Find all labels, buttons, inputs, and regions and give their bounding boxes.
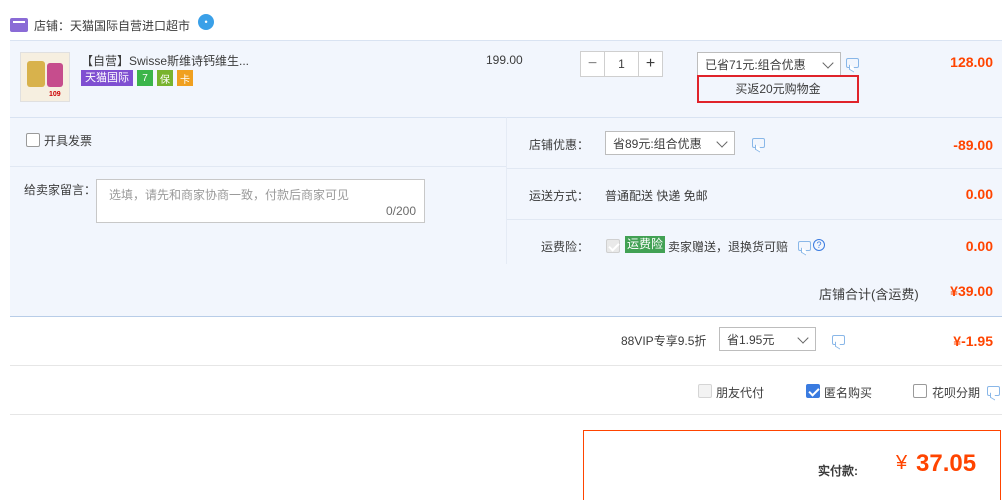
store-discount-amount: -89.00 <box>953 137 993 153</box>
shipping-amount: 0.00 <box>965 186 993 202</box>
quantity-decrease-button[interactable]: − <box>580 51 605 77</box>
store-discount-value: 省89元:组合优惠 <box>613 136 702 151</box>
card-payment-icon: 卡 <box>177 70 193 86</box>
thumb-price: 109 <box>49 91 61 98</box>
store-header: 店铺： 天猫国际自营进口超市 • <box>10 14 215 36</box>
shipping-label: 运送方式： <box>529 189 590 203</box>
item-promo-value: 已省71元:组合优惠 <box>705 57 806 72</box>
vip-label: 88VIP专享9.5折 <box>621 334 707 348</box>
vip-discount-amount: ¥-1.95 <box>953 333 993 349</box>
seven-day-return-icon: 7 <box>137 70 153 86</box>
store-name-link[interactable]: 天猫国际自营进口超市 <box>70 17 190 34</box>
message-label: 给卖家留言： <box>24 183 97 197</box>
insurance-text: 卖家赠送，退换货可赔 <box>668 240 789 254</box>
huabei-installment-label: 花呗分期 <box>932 386 981 400</box>
help-icon[interactable]: ? <box>813 239 825 251</box>
store-label: 店铺： <box>34 18 71 33</box>
seller-message-input[interactable]: 选填，请先和商家协商一致，付款后商家可见 0/200 <box>96 179 425 223</box>
tmall-global-badge: 天猫国际 <box>81 70 133 86</box>
friend-pay-checkbox[interactable] <box>698 384 712 398</box>
vip-comment-icon[interactable] <box>832 335 845 345</box>
vip-discount-row <box>10 318 1002 366</box>
unit-price: 199.00 <box>486 53 523 67</box>
insurance-amount: 0.00 <box>965 238 993 254</box>
cashback-notice: 买返20元购物金 <box>697 75 859 103</box>
quantity-stepper: − 1 + <box>580 51 663 77</box>
payment-currency: ¥ <box>896 452 908 474</box>
insurance-checkbox <box>606 239 620 253</box>
chevron-down-icon <box>797 332 809 344</box>
message-char-count: 0/200 <box>385 204 416 218</box>
insurance-comment-icon[interactable] <box>798 241 811 251</box>
store-discount-label: 店铺优惠： <box>529 138 590 152</box>
quantity-increase-button[interactable]: + <box>638 51 663 77</box>
insurance-label: 运费险： <box>541 240 590 254</box>
quantity-input[interactable]: 1 <box>605 51 638 77</box>
promo-comment-icon[interactable] <box>846 58 859 68</box>
store-discount-select[interactable]: 省89元:组合优惠 <box>605 131 735 155</box>
anonymous-purchase-checkbox[interactable] <box>806 384 820 398</box>
product-thumbnail[interactable]: 109 <box>20 52 70 102</box>
store-icon <box>10 18 28 32</box>
friend-pay-label: 朋友代付 <box>716 386 765 400</box>
chat-bubble-icon[interactable]: • <box>198 14 215 30</box>
installment-comment-icon[interactable] <box>987 386 1000 396</box>
insurance-tag: 运费险 <box>625 236 666 253</box>
item-promo-select[interactable]: 已省71元:组合优惠 <box>697 52 841 76</box>
guarantee-icon: 保 <box>157 70 173 86</box>
anonymous-purchase-label: 匿名购买 <box>824 386 873 400</box>
item-subtotal: 128.00 <box>950 54 993 70</box>
vip-discount-value: 省1.95元 <box>727 332 775 347</box>
invoice-checkbox[interactable] <box>26 133 40 147</box>
discount-comment-icon[interactable] <box>752 138 765 148</box>
huabei-installment-checkbox[interactable] <box>913 384 927 398</box>
store-total-amount: ¥39.00 <box>950 283 993 299</box>
message-placeholder: 选填，请先和商家协商一致，付款后商家可见 <box>109 188 350 202</box>
invoice-label: 开具发票 <box>44 134 93 148</box>
payment-amount: 37.05 <box>916 450 977 477</box>
shipping-method: 普通配送 快递 免邮 <box>605 189 708 203</box>
chevron-down-icon <box>716 136 728 148</box>
vip-discount-select[interactable]: 省1.95元 <box>719 327 816 351</box>
product-title-link[interactable]: 【自营】Swisse斯维诗钙维生... <box>81 52 249 69</box>
chevron-down-icon <box>822 57 834 69</box>
product-badges: 天猫国际 7 保 卡 <box>81 70 193 86</box>
payment-label: 实付款: <box>818 464 858 478</box>
